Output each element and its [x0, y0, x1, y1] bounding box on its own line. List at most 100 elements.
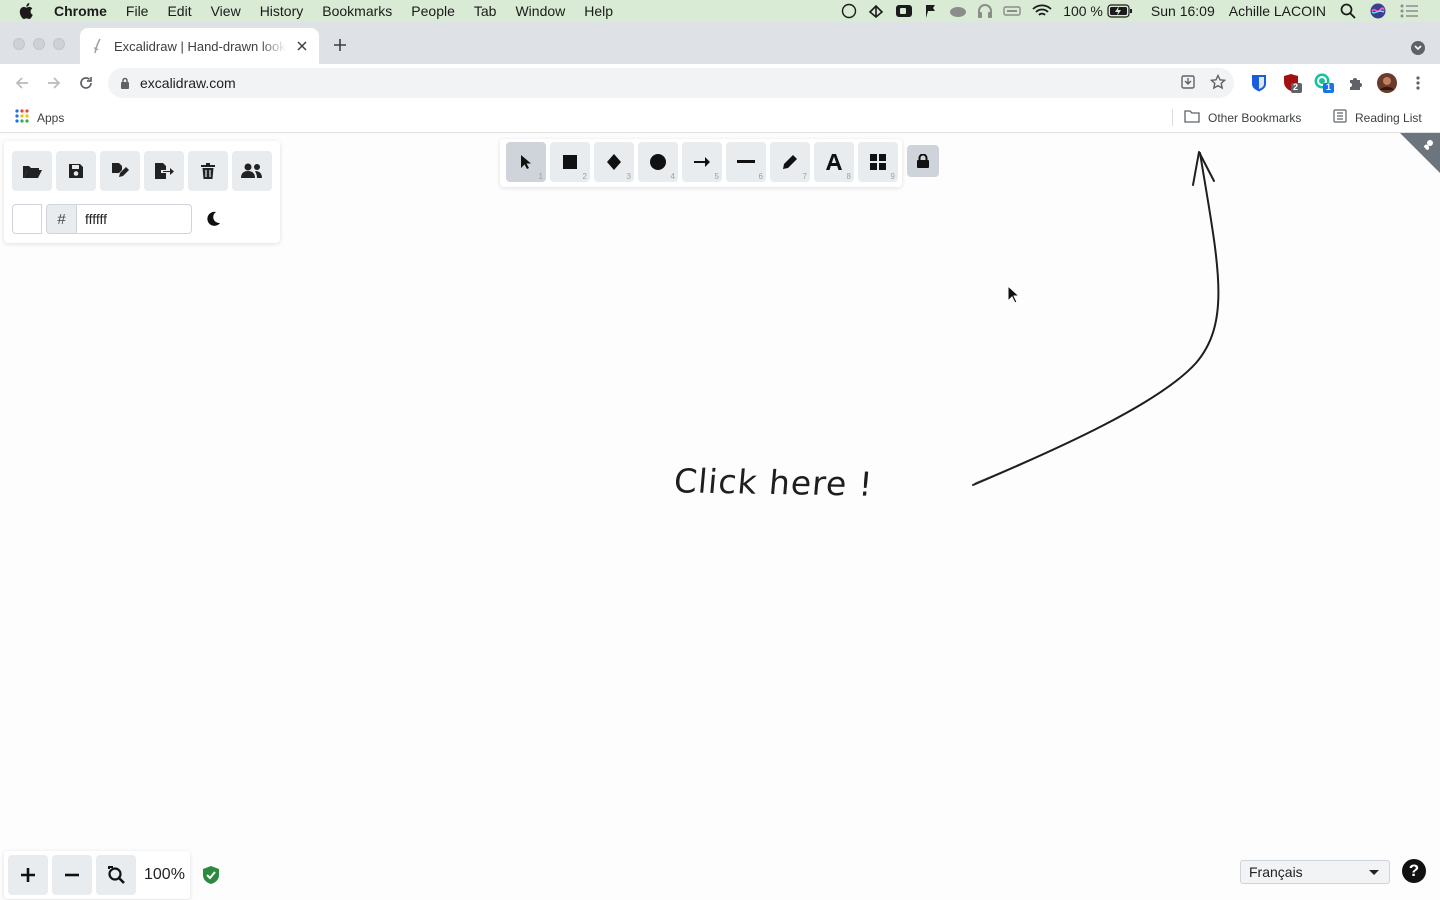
tool-arrow[interactable]: 5: [682, 142, 722, 182]
wifi-icon[interactable]: [1031, 3, 1053, 19]
background-color-input[interactable]: [76, 204, 192, 234]
zoom-out-button[interactable]: [52, 855, 92, 895]
cloud-status-icon[interactable]: [949, 3, 967, 19]
profile-avatar[interactable]: [1377, 73, 1397, 93]
battery-icon[interactable]: [1107, 4, 1133, 18]
other-bookmarks-label: Other Bookmarks: [1208, 110, 1302, 125]
bookmark-reading-list[interactable]: Reading List: [1333, 109, 1422, 126]
reload-icon[interactable]: [77, 74, 95, 92]
export-button[interactable]: [144, 151, 184, 191]
background-color-swatch[interactable]: [12, 204, 42, 234]
menu-view[interactable]: View: [211, 3, 241, 19]
new-tab-icon[interactable]: [330, 35, 350, 55]
chrome-menu-icon[interactable]: [1408, 73, 1428, 93]
bookmark-other[interactable]: Other Bookmarks: [1184, 109, 1301, 126]
menu-history[interactable]: History: [260, 3, 304, 19]
zoom-level: 100%: [144, 866, 185, 883]
close-window-button[interactable]: [13, 38, 25, 50]
tool-key: 8: [846, 172, 851, 181]
ublock-icon[interactable]: 2: [1282, 73, 1302, 93]
menu-tab[interactable]: Tab: [474, 3, 497, 19]
moon-icon[interactable]: [202, 208, 224, 230]
reading-list-icon: [1333, 109, 1347, 126]
headphones-icon[interactable]: [977, 3, 993, 19]
language-selected-value: Français: [1249, 864, 1303, 880]
battery-percentage: 100 %: [1063, 3, 1103, 19]
lock-icon: [917, 154, 929, 168]
canvas-annotation-text[interactable]: Click here !: [672, 461, 874, 503]
help-button[interactable]: ?: [1402, 859, 1426, 883]
lock-tool-button[interactable]: [907, 145, 939, 177]
install-app-icon[interactable]: [1180, 74, 1196, 95]
siri-icon[interactable]: [1370, 3, 1386, 19]
menu-people[interactable]: People: [411, 3, 455, 19]
tool-draw[interactable]: 7: [770, 142, 810, 182]
clear-canvas-icon: [201, 163, 215, 179]
canvas-drawing: [972, 151, 1220, 486]
save-as-button[interactable]: [100, 151, 140, 191]
collaborate-button[interactable]: [232, 151, 272, 191]
menu-file[interactable]: File: [126, 3, 149, 19]
spotlight-search-icon[interactable]: [1340, 3, 1356, 19]
grammarly-icon[interactable]: 1: [1314, 73, 1334, 93]
grammarly-badge: 1: [1326, 82, 1332, 92]
flag-status-icon[interactable]: [923, 3, 939, 19]
dropzone-icon[interactable]: [867, 3, 885, 19]
pencil-icon: [783, 155, 797, 169]
collaborate-icon: [241, 163, 262, 178]
close-tab-icon[interactable]: [295, 39, 309, 53]
tool-rectangle[interactable]: 2: [550, 142, 590, 182]
zoom-in-button[interactable]: [8, 855, 48, 895]
reset-zoom-icon: [108, 866, 125, 884]
zoom-window-button[interactable]: [53, 38, 65, 50]
minus-icon: [65, 873, 79, 877]
bookmark-apps[interactable]: Apps: [15, 109, 64, 126]
excalidraw-canvas[interactable]: Click here ! # 1: [0, 133, 1440, 900]
language-select[interactable]: Français: [1240, 860, 1390, 884]
tool-text[interactable]: 8: [814, 142, 854, 182]
notification-center-icon[interactable]: [1400, 4, 1418, 18]
tab-title: Excalidraw | Hand-drawn look & feel: [114, 38, 286, 54]
tool-ellipse[interactable]: 4: [638, 142, 678, 182]
menu-bookmarks[interactable]: Bookmarks: [322, 3, 392, 19]
menu-window[interactable]: Window: [515, 3, 565, 19]
clear-canvas-button[interactable]: [188, 151, 228, 191]
back-arrow-icon[interactable]: [13, 74, 31, 92]
menu-edit[interactable]: Edit: [167, 3, 191, 19]
address-bar[interactable]: excalidraw.com: [108, 68, 1234, 98]
zoom-app-icon[interactable]: [895, 3, 913, 19]
user-name[interactable]: Achille LACOIN: [1229, 3, 1326, 19]
tab-search-icon[interactable]: [1411, 41, 1425, 55]
forward-arrow-icon[interactable]: [45, 74, 63, 92]
rectangle-icon: [563, 155, 577, 169]
zoom-controls: 100%: [4, 851, 190, 899]
extensions-puzzle-icon[interactable]: [1345, 73, 1365, 93]
menu-help[interactable]: Help: [584, 3, 613, 19]
open-button[interactable]: [12, 151, 52, 191]
reset-zoom-button[interactable]: [96, 855, 136, 895]
url-text[interactable]: excalidraw.com: [140, 75, 236, 91]
tool-diamond[interactable]: 3: [594, 142, 634, 182]
hand-drawn-arrow[interactable]: [972, 152, 1220, 486]
reading-list-label: Reading List: [1355, 110, 1422, 125]
tool-line[interactable]: 6: [726, 142, 766, 182]
tool-library[interactable]: 9: [858, 142, 898, 182]
save-button[interactable]: [56, 151, 96, 191]
circle-status-icon[interactable]: [841, 3, 857, 19]
bitwarden-icon[interactable]: [1249, 73, 1269, 93]
browser-tab[interactable]: Excalidraw | Hand-drawn look & feel: [80, 28, 319, 64]
clock[interactable]: Sun 16:09: [1151, 3, 1215, 19]
tool-selection[interactable]: 1: [506, 142, 546, 182]
minimize-window-button[interactable]: [33, 38, 45, 50]
encryption-shield-icon[interactable]: [203, 866, 219, 884]
chevron-down-icon: [1369, 870, 1379, 875]
bookmark-star-icon[interactable]: [1209, 73, 1227, 95]
text-icon: [826, 154, 842, 170]
menu-app-name[interactable]: Chrome: [54, 3, 107, 19]
github-corner-icon[interactable]: [1400, 133, 1440, 173]
bookmarks-separator: [1172, 109, 1173, 126]
apple-icon[interactable]: [19, 3, 37, 19]
keyboard-icon[interactable]: [1003, 3, 1021, 19]
secure-lock-icon[interactable]: [120, 77, 130, 89]
tool-key: 5: [714, 172, 719, 181]
